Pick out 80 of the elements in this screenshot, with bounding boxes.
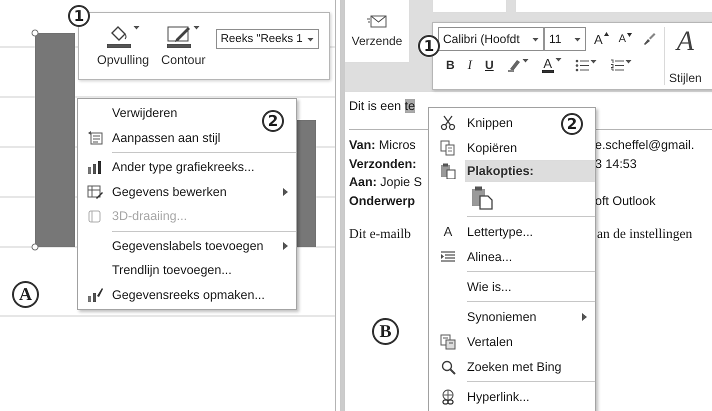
format-brush-icon [87,286,103,303]
underline-button[interactable]: U [483,58,496,72]
callout-marker: A [12,281,39,308]
letter-icon: A [444,224,452,239]
bulleted-list-icon [574,58,589,72]
pen-outline-icon [166,25,192,49]
menu-item[interactable]: A Lettertype... [429,219,595,244]
grow-font-button[interactable]: A [592,32,611,46]
italic-button[interactable]: I [466,57,474,73]
menu-item[interactable]: Verwijderen [78,101,258,126]
caret-icon [532,36,539,42]
menu-item[interactable]: Alinea... [429,244,595,269]
header-field-text: oft Outlook [595,194,656,208]
chart-bar[interactable] [296,120,316,247]
caret-icon [133,25,140,30]
callout-marker: 1 [68,5,90,27]
translate-icon [440,334,456,350]
header-field-text: Van: Micros [349,138,416,152]
menu-item[interactable]: Synoniemen [429,304,595,329]
menu-item[interactable]: Kopiëren [429,135,595,160]
search-icon [440,358,456,374]
caret-down-icon [627,33,632,37]
menu-item[interactable]: Trendlijn toevoegen... [78,258,296,282]
caret-icon [522,58,529,63]
header-field-text: e.scheffel@gmail. [595,138,694,152]
paste-option-button[interactable] [469,184,495,212]
menu-item[interactable]: Knippen [429,110,557,135]
clipboard-icon [440,163,456,179]
menu-item[interactable]: Wie is... [429,274,595,299]
bold-button[interactable]: B [444,58,457,72]
caret-icon [306,36,314,42]
body-text: an de instellingen [597,226,692,242]
copy-icon [440,140,456,156]
highlighter-icon [506,58,521,72]
bullets-button[interactable] [572,58,599,72]
menu-item[interactable]: Ander type grafiekreeks... [78,155,296,180]
submenu-arrow-icon [582,312,587,320]
send-button[interactable]: Verzende [345,0,409,62]
caret-icon [590,58,597,64]
globe-link-icon [440,388,456,404]
series-dropdown[interactable]: Reeks "Reeks 1 [216,29,319,49]
numbered-list-icon [610,58,624,72]
header-field-text: Onderwerp [349,194,415,208]
scissors-icon [440,114,456,130]
cube-icon [87,208,103,224]
submenu-arrow-icon [283,242,288,250]
fill-bucket-icon [106,25,132,49]
toolbar-button[interactable]: Contour [159,23,208,69]
caret-icon [193,25,200,30]
font-name-dropdown[interactable]: Calibri (Hoofdt [438,27,544,51]
menu-item[interactable]: Gegevens bewerken [78,180,296,204]
selection-handle[interactable] [32,30,38,36]
paintbrush-icon [642,32,656,46]
styles-button[interactable]: A Stijlen [664,27,706,85]
font-color-button[interactable]: A [540,57,564,73]
header-field-text: 3 14:53 [595,156,637,171]
submenu-arrow-icon [283,188,288,196]
bar-chart-icon [87,159,103,176]
body-text: Dit e-mailb [349,226,411,242]
header-field-text: Verzonden: [349,156,416,171]
selection-handle[interactable] [32,244,38,250]
paragraph-icon [440,248,456,264]
clipboard-icon [471,186,493,210]
menu-item[interactable]: Gegevenslabels toevoegen [78,234,296,258]
caret-icon [624,58,632,64]
table-edit-icon [87,184,103,200]
menu-item[interactable]: Gegevensreeks opmaken... [78,282,296,307]
font-size-dropdown[interactable]: 11 [544,27,586,51]
menu-item[interactable]: Zoeken met Bing [429,354,595,379]
header-field-text: Aan: Jopie S [349,175,422,190]
menu-item[interactable]: Vertalen [429,329,595,354]
caret-icon [574,36,581,42]
caret-up-icon [604,32,609,36]
style-reset-icon [87,130,103,146]
envelope-icon [367,14,387,28]
menu-item[interactable]: Hyperlink... [429,384,595,409]
callout-marker: B [372,318,399,345]
shrink-font-button[interactable]: A [616,33,634,45]
toolbar-button[interactable]: Opvulling [95,23,152,69]
caret-icon [554,57,562,62]
